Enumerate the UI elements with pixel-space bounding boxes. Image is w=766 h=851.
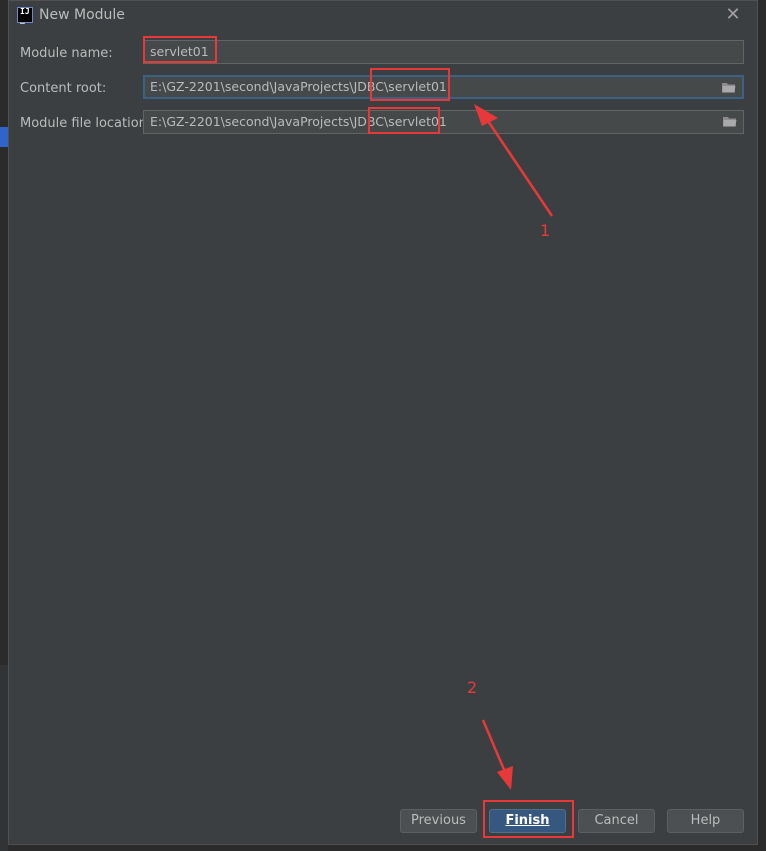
- dialog-titlebar: IJ _ New Module ✕: [9, 1, 757, 31]
- annotation-box-content-root: [370, 68, 450, 101]
- previous-button-label: Previous: [411, 813, 466, 828]
- module-name-label: Module name:: [20, 46, 113, 61]
- background-panel: [0, 665, 8, 851]
- help-button[interactable]: Help: [667, 809, 744, 833]
- cancel-button-label: Cancel: [594, 813, 639, 828]
- folder-icon[interactable]: [723, 116, 737, 127]
- annotation-box-finish: [483, 800, 574, 838]
- module-name-input[interactable]: servlet01: [143, 40, 744, 64]
- dialog-title: New Module: [39, 7, 125, 23]
- module-name-label-text: Module name:: [20, 46, 113, 61]
- module-file-location-label-text: Module file location:: [20, 116, 152, 131]
- help-button-label: Help: [690, 813, 721, 828]
- annotation-number-1: 1: [540, 221, 551, 240]
- close-icon[interactable]: ✕: [723, 4, 743, 26]
- module-file-location-label: Module file location:: [20, 116, 151, 131]
- folder-icon[interactable]: [722, 82, 736, 93]
- background-selection-highlight: [0, 127, 8, 147]
- module-file-location-input[interactable]: E:\GZ-2201\second\JavaProjects\JDBC\serv…: [143, 110, 744, 134]
- annotation-box-module-name: [143, 36, 217, 63]
- previous-button[interactable]: Previous: [400, 809, 477, 833]
- annotation-number-2: 2: [467, 678, 478, 697]
- intellij-icon: IJ _: [17, 7, 33, 24]
- annotation-box-file-location: [368, 107, 440, 134]
- cancel-button[interactable]: Cancel: [578, 809, 655, 833]
- content-root-label: Content root:: [20, 81, 106, 96]
- content-root-label-text: Content root:: [20, 81, 107, 96]
